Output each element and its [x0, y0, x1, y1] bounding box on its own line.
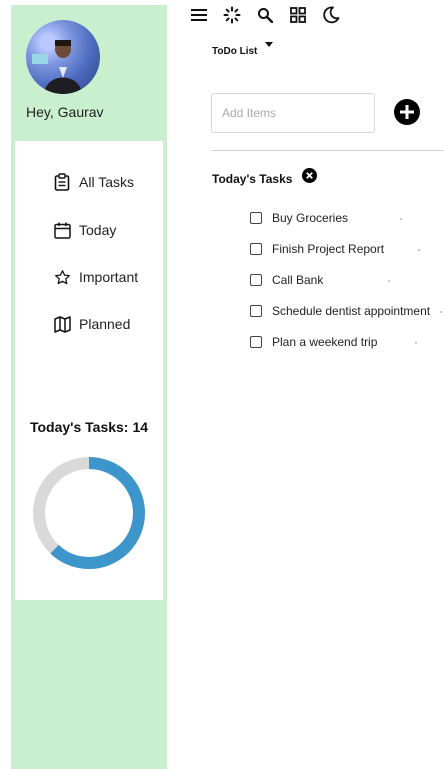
chevron-down-icon [265, 42, 274, 47]
tasks-count-label: Today's Tasks: [29, 419, 129, 435]
divider [211, 150, 444, 151]
sidebar-item-all-tasks[interactable]: All Tasks [53, 172, 134, 192]
task-checkbox[interactable] [250, 212, 262, 224]
task-checkbox[interactable] [250, 336, 262, 348]
map-icon [53, 315, 71, 333]
sidebar-item-label: Important [79, 269, 139, 285]
task-item[interactable]: Plan a weekend trip [250, 334, 417, 350]
calendar-icon [53, 221, 71, 239]
task-checkbox[interactable] [250, 274, 262, 286]
task-label: Schedule dentist appointment [272, 304, 431, 318]
clipboard-icon [53, 173, 71, 191]
avatar[interactable] [26, 20, 100, 94]
task-label: Call Bank [272, 273, 324, 287]
sidebar-card: All Tasks Today Important Planned Today'… [15, 141, 163, 600]
search-icon[interactable] [256, 6, 274, 24]
sidebar-item-important[interactable]: Important [53, 267, 138, 287]
sidebar: Hey, Gaurav All Tasks Today Important Pl… [11, 5, 167, 769]
list-selector-value: ToDo List [212, 46, 258, 57]
task-label: Buy Groceries [272, 211, 349, 225]
tasks-count-value: 14 [132, 419, 149, 435]
sidebar-item-label: Today [79, 222, 117, 238]
task-checkbox[interactable] [250, 305, 262, 317]
progress-ring [33, 457, 145, 569]
add-item-button[interactable] [394, 99, 420, 125]
section-title: Today's Tasks [212, 172, 293, 186]
list-selector[interactable]: ToDo List [212, 42, 274, 57]
user-greeting: Hey, Gaurav [26, 104, 104, 120]
grid-icon[interactable] [289, 6, 307, 24]
sidebar-item-label: Planned [79, 316, 131, 332]
task-item[interactable]: Call Bank [250, 272, 390, 288]
tasks-count: Today's Tasks: 14 [15, 419, 163, 435]
sidebar-item-today[interactable]: Today [53, 220, 116, 240]
top-toolbar [190, 6, 355, 24]
task-checkbox[interactable] [250, 243, 262, 255]
loading-icon[interactable] [223, 6, 241, 24]
sidebar-item-planned[interactable]: Planned [53, 314, 130, 334]
sidebar-item-label: All Tasks [79, 174, 134, 190]
add-item-input[interactable] [211, 93, 375, 133]
task-item[interactable]: Schedule dentist appointment [250, 303, 442, 319]
clear-tasks-icon[interactable] [302, 168, 317, 183]
task-item[interactable]: Finish Project Report [250, 241, 420, 257]
theme-toggle-icon[interactable] [322, 6, 340, 24]
star-icon [53, 268, 71, 286]
menu-icon[interactable] [190, 6, 208, 24]
task-label: Finish Project Report [272, 242, 385, 256]
task-label: Plan a weekend trip [272, 335, 378, 349]
task-item[interactable]: Buy Groceries [250, 210, 402, 226]
